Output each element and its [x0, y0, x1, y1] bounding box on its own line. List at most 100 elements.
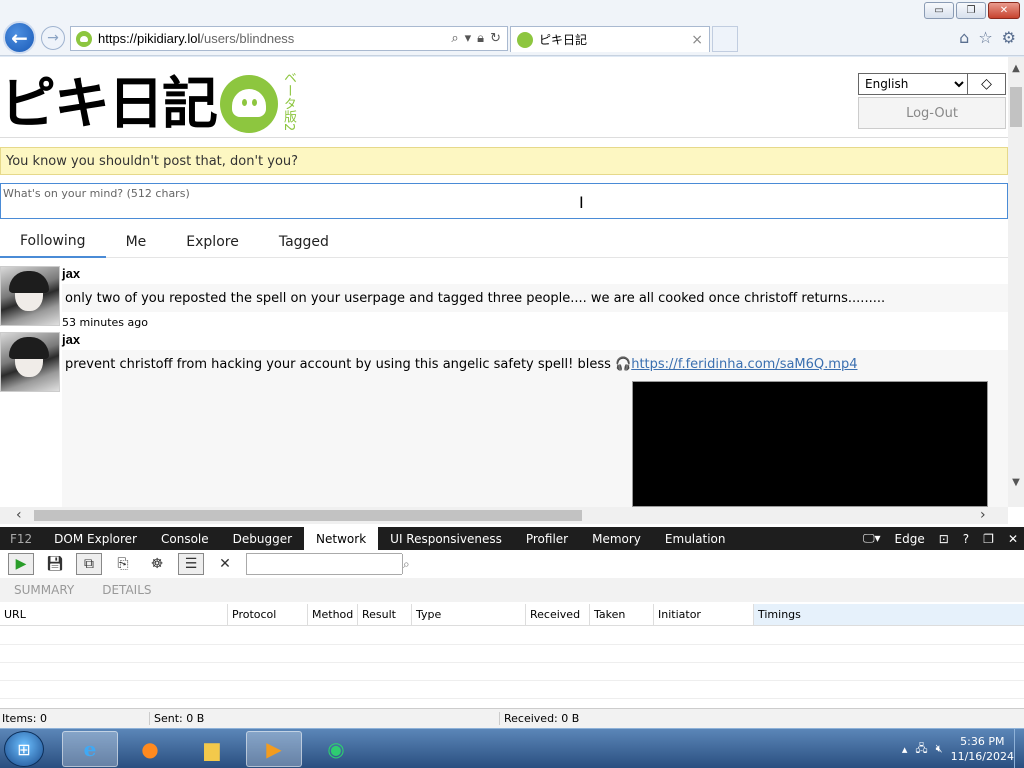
- avatar[interactable]: [0, 332, 60, 392]
- post-timestamp[interactable]: 53 minutes ago: [62, 316, 148, 329]
- show-desktop-button[interactable]: [1014, 729, 1024, 768]
- search-icon[interactable]: ⌕: [451, 31, 458, 46]
- clear-on-navigate-icon[interactable]: ⎘: [110, 553, 136, 575]
- tab-following[interactable]: Following: [0, 225, 106, 258]
- logo-text: ピキ日記: [0, 72, 218, 137]
- video-player[interactable]: [632, 381, 988, 507]
- favorites-star-icon[interactable]: ☆: [978, 28, 992, 47]
- dropdown-icon[interactable]: ▾: [465, 31, 472, 46]
- back-button[interactable]: ←: [3, 21, 36, 54]
- column-method[interactable]: Method: [308, 604, 358, 625]
- column-type[interactable]: Type: [412, 604, 526, 625]
- devtools-tab-memory[interactable]: Memory: [580, 527, 653, 550]
- lock-icon[interactable]: 🔒︎: [477, 31, 484, 46]
- clock[interactable]: 5:36 PM 11/16/2024: [951, 734, 1014, 764]
- received-bytes: Received: 0 B: [504, 712, 580, 725]
- start-profiling-icon[interactable]: ▶: [8, 553, 34, 575]
- restore-button[interactable]: ❐: [956, 2, 986, 19]
- feed-tabs: Following Me Explore Tagged: [0, 225, 1008, 258]
- scroll-right-icon[interactable]: ›: [980, 507, 986, 523]
- start-button[interactable]: ⊞: [4, 731, 44, 767]
- column-result[interactable]: Result: [358, 604, 412, 625]
- devtools-tab-dom-explorer[interactable]: DOM Explorer: [42, 527, 149, 550]
- scroll-thumb[interactable]: [34, 510, 582, 521]
- theme-toggle-button[interactable]: ◇: [968, 73, 1006, 95]
- save-icon[interactable]: 💾︎: [42, 553, 68, 575]
- column-protocol[interactable]: Protocol: [228, 604, 308, 625]
- close-button[interactable]: ✕: [988, 2, 1020, 19]
- system-tray: ▴ 🖧 🔇︎ 5:36 PM 11/16/2024: [902, 729, 1014, 768]
- column-timings[interactable]: Timings: [754, 604, 1024, 625]
- scroll-thumb[interactable]: [1010, 87, 1022, 127]
- devtools-tab-emulation[interactable]: Emulation: [653, 527, 738, 550]
- undock-icon[interactable]: ❐: [983, 532, 994, 546]
- forward-button[interactable]: →: [41, 26, 65, 50]
- help-icon[interactable]: ?: [963, 532, 969, 546]
- post-username[interactable]: jax: [62, 332, 80, 347]
- vertical-scrollbar[interactable]: ▲ ▼: [1008, 57, 1024, 507]
- tab-explore[interactable]: Explore: [166, 225, 259, 258]
- devtools-close-icon[interactable]: ✕: [1008, 532, 1018, 546]
- devtools-tab-network[interactable]: Network: [304, 527, 379, 550]
- network-panel: ▶ 💾︎ ⧉ ⎘ ☸ ☰ ✕ ⌕ SUMMARY DETAILS URL Pro…: [0, 550, 1024, 728]
- url-text[interactable]: https://pikidiary.lol/users/blindness: [98, 31, 451, 46]
- filter-input[interactable]: [247, 554, 402, 574]
- windows-logo-icon: ⊞: [17, 739, 31, 759]
- new-tab-button[interactable]: [712, 26, 738, 52]
- scroll-left-icon[interactable]: ‹: [16, 507, 22, 523]
- devtools-tab-profiler[interactable]: Profiler: [514, 527, 580, 550]
- tab-me[interactable]: Me: [106, 225, 167, 258]
- column-initiator[interactable]: Initiator: [654, 604, 754, 625]
- devtools-tab-ui-responsiveness[interactable]: UI Responsiveness: [378, 527, 514, 550]
- url-host: https://pikidiary.lol: [98, 31, 201, 46]
- import-icon[interactable]: ⧉: [76, 553, 102, 575]
- avatar[interactable]: [0, 266, 60, 326]
- show-hidden-icons-icon[interactable]: ▴: [902, 743, 908, 756]
- tab-tagged[interactable]: Tagged: [259, 225, 349, 258]
- taskbar-firefox[interactable]: ●: [122, 731, 178, 767]
- site-logo[interactable]: ピキ日記 ベータ版2: [0, 71, 296, 137]
- scroll-up-icon[interactable]: ▲: [1008, 63, 1024, 79]
- clear-icon[interactable]: ✕: [212, 553, 238, 575]
- search-icon[interactable]: ⌕: [402, 554, 410, 574]
- site-favicon-icon: [76, 30, 92, 47]
- url-path: /users/blindness: [200, 31, 295, 46]
- network-icon[interactable]: 🖧: [915, 740, 927, 759]
- taskbar-ie[interactable]: e: [62, 731, 118, 767]
- warning-banner: You know you shouldn't post that, don't …: [0, 147, 1008, 175]
- network-statusbar: Items: 0 Sent: 0 B Received: 0 B: [0, 708, 1024, 728]
- refresh-icon[interactable]: ↻: [490, 31, 501, 46]
- devtools-tab-debugger[interactable]: Debugger: [221, 527, 304, 550]
- scroll-down-icon[interactable]: ▼: [1008, 477, 1024, 493]
- clear-entries-icon[interactable]: ☰: [178, 553, 204, 575]
- taskbar-explorer[interactable]: ▆: [184, 731, 240, 767]
- items-count: Items: 0: [0, 712, 150, 725]
- console-icon[interactable]: ⊡: [939, 532, 949, 546]
- address-bar[interactable]: https://pikidiary.lol/users/blindness ⌕ …: [70, 26, 508, 51]
- document-mode-icon[interactable]: 🖵▾: [863, 531, 881, 546]
- logout-button[interactable]: Log-Out: [858, 97, 1006, 129]
- column-url[interactable]: URL: [0, 604, 228, 625]
- taskbar-media-player[interactable]: ▶: [246, 731, 302, 767]
- post-link[interactable]: https://f.feridinha.com/saM6Q.mp4: [631, 357, 857, 372]
- taskbar-app[interactable]: ◉: [308, 731, 364, 767]
- compose-input[interactable]: What's on your mind? (512 chars): [0, 183, 1008, 219]
- post-username[interactable]: jax: [62, 266, 80, 281]
- home-icon[interactable]: ⌂: [959, 28, 969, 47]
- settings-gear-icon[interactable]: ⚙: [1002, 28, 1016, 47]
- browser-tab[interactable]: ピキ日記 ×: [510, 26, 710, 52]
- column-taken[interactable]: Taken: [590, 604, 654, 625]
- column-received[interactable]: Received: [526, 604, 590, 625]
- document-mode-label[interactable]: Edge: [895, 532, 925, 546]
- volume-muted-icon[interactable]: 🔇︎: [936, 742, 943, 756]
- tab-close-icon[interactable]: ×: [691, 32, 703, 48]
- details-tab[interactable]: DETAILS: [88, 583, 165, 597]
- summary-tab[interactable]: SUMMARY: [0, 583, 88, 597]
- clear-cache-icon[interactable]: ☸: [144, 553, 170, 575]
- minimize-button[interactable]: ▭: [924, 2, 954, 19]
- language-select[interactable]: English: [858, 73, 968, 95]
- devtools-tab-console[interactable]: Console: [149, 527, 221, 550]
- horizontal-scrollbar[interactable]: ‹ ›: [0, 507, 1008, 524]
- taskbar: ⊞ e ● ▆ ▶ ◉ ▴ 🖧 🔇︎ 5:36 PM 11/16/2024: [0, 728, 1024, 768]
- network-filter[interactable]: ⌕: [246, 553, 410, 575]
